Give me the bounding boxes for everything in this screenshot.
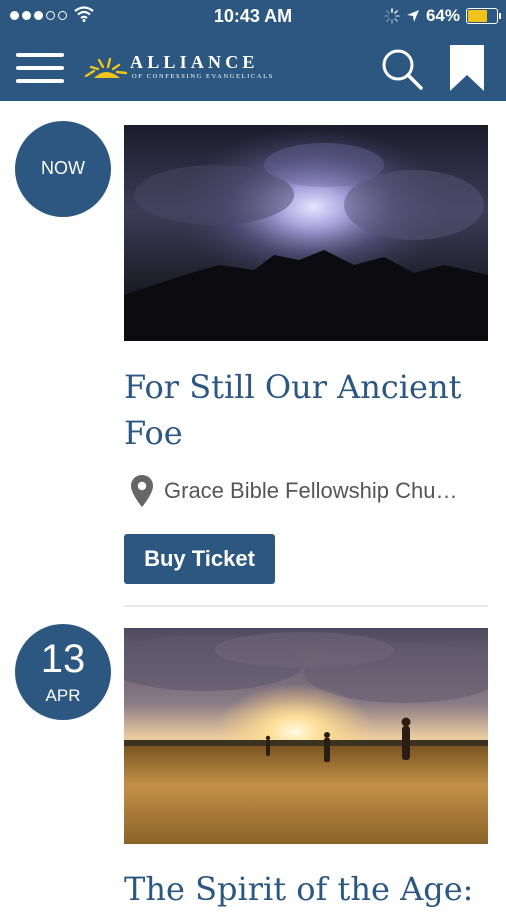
buy-ticket-button[interactable]: Buy Ticket — [124, 534, 275, 584]
logo-tagline: OF CONFESSING EVANGELICALS — [132, 73, 274, 80]
event-image-field[interactable] — [124, 628, 488, 844]
date-badge-month: APR — [45, 686, 81, 705]
activity-spinner-icon — [384, 8, 400, 24]
date-badge-now: NOW — [41, 158, 85, 178]
status-bar: 10:43 AM 64% — [0, 0, 506, 34]
battery-percent: 64% — [425, 6, 460, 25]
event-title[interactable]: The Spirit of the Age: — [124, 866, 488, 912]
event-location-text: Grace Bible Fellowship Chu… — [164, 478, 458, 503]
menu-icon[interactable] — [16, 53, 64, 83]
event-title-line1: For Still Our Ancient — [124, 368, 462, 406]
logo-name: ALLIANCE — [130, 52, 259, 72]
event-image-storm[interactable] — [124, 125, 488, 341]
location-pin-icon — [131, 475, 153, 507]
alliance-logo[interactable]: ALLIANCE OF CONFESSING EVANGELICALS — [82, 51, 322, 85]
nav-bar: ALLIANCE OF CONFESSING EVANGELICALS — [0, 34, 506, 101]
event-location: Grace Bible Fellowship Chu… — [130, 474, 457, 508]
search-icon[interactable] — [380, 47, 424, 91]
app-header: 10:43 AM 64% ALLIANCE OF CONFESSING EVAN… — [0, 0, 506, 101]
date-badge: 13 APR — [15, 624, 111, 720]
event-title-line2: Foe — [124, 414, 183, 452]
date-badge-day: 13 — [40, 637, 86, 681]
divider — [124, 605, 488, 607]
event-title[interactable]: For Still Our Ancient Foe — [124, 364, 488, 456]
bookmark-icon[interactable] — [448, 43, 486, 93]
location-arrow-icon — [406, 10, 419, 22]
date-badge: NOW — [15, 121, 111, 217]
sunrise-logo-icon — [84, 57, 128, 78]
battery-icon — [466, 8, 501, 24]
